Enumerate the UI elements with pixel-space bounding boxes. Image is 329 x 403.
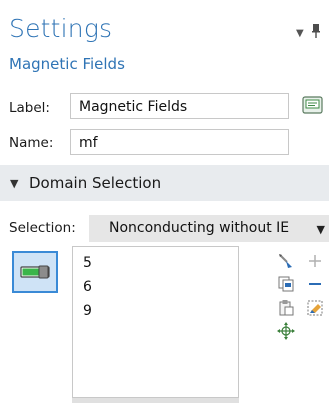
section-title: Domain Selection <box>29 174 162 192</box>
chevron-down-icon: ▼ <box>316 223 325 236</box>
name-field[interactable]: mf <box>70 129 289 155</box>
paste-icon[interactable] <box>277 299 295 317</box>
selection-value: Nonconducting without IE <box>109 220 290 236</box>
copy-icon[interactable] <box>277 275 295 293</box>
zoom-to-selection-icon[interactable] <box>277 322 295 340</box>
label-field[interactable]: Magnetic Fields <box>70 93 289 119</box>
remove-icon[interactable] <box>306 275 324 293</box>
name-caption: Name: <box>9 135 54 151</box>
domain-selection-section-header[interactable]: ▼ Domain Selection <box>0 165 329 201</box>
label-caption: Label: <box>9 100 50 116</box>
horizontal-scrollbar[interactable] <box>72 398 239 403</box>
selection-list[interactable]: 5 6 9 <box>72 246 239 398</box>
node-subtitle: Magnetic Fields <box>9 55 125 73</box>
expand-triangle-icon: ▼ <box>10 177 19 190</box>
settings-title: Settings <box>9 14 113 43</box>
clear-selection-icon[interactable] <box>306 299 324 317</box>
paint-select-icon[interactable] <box>277 252 295 270</box>
toggle-switch-icon <box>20 265 50 279</box>
add-icon[interactable] <box>306 252 324 270</box>
list-item[interactable]: 5 <box>83 255 92 271</box>
list-item[interactable]: 9 <box>83 303 92 319</box>
selection-dropdown[interactable]: Nonconducting without IE ▼ <box>89 215 329 242</box>
pin-icon[interactable] <box>312 24 320 41</box>
active-toggle-button[interactable] <box>12 251 58 293</box>
dropdown-menu-icon[interactable]: ▼ <box>296 28 304 39</box>
comment-icon[interactable] <box>302 95 324 117</box>
selection-caption: Selection: <box>9 220 76 236</box>
list-item[interactable]: 6 <box>83 279 92 295</box>
